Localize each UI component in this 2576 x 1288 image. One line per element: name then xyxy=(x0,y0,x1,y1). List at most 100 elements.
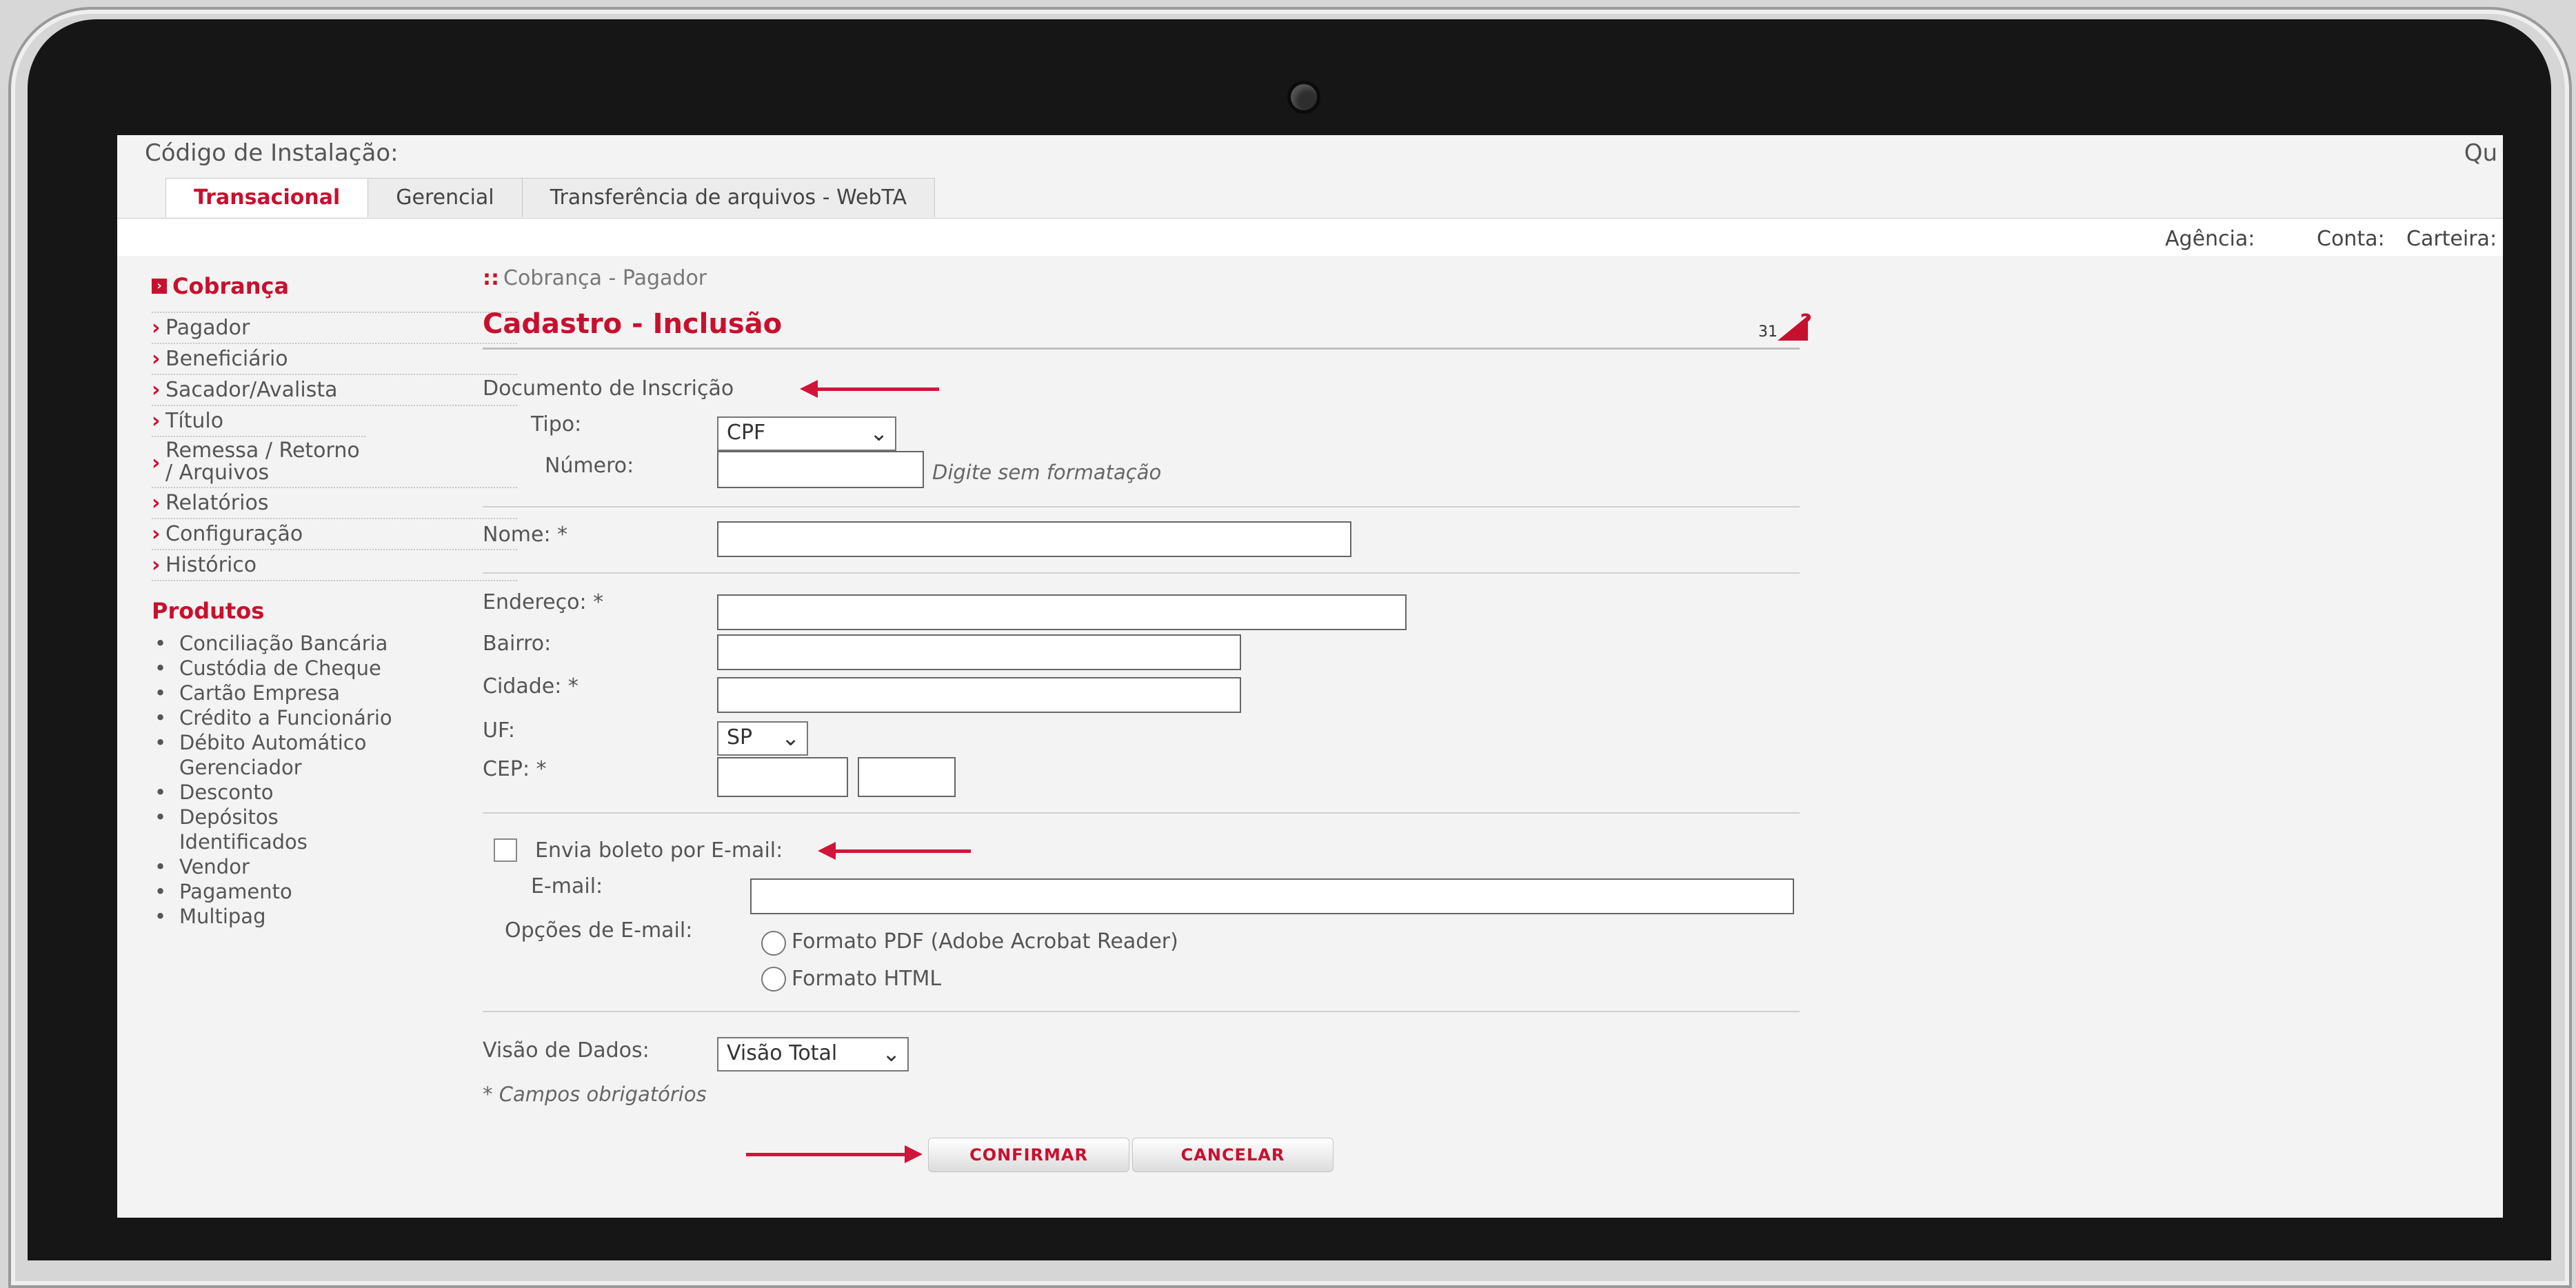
divider xyxy=(483,1011,1800,1012)
caret-icon: › xyxy=(152,316,161,340)
divider xyxy=(483,506,1800,507)
product-item[interactable]: Custódia de Cheque xyxy=(152,656,517,681)
confirm-button[interactable]: CONFIRMAR xyxy=(928,1138,1129,1172)
sidebar-item-label: Histórico xyxy=(165,553,257,577)
annotation-arrow-confirm xyxy=(746,1145,923,1163)
tipo-select[interactable]: CPF ⌄ xyxy=(717,416,896,451)
sidebar-menu: › Pagador › Beneficiário › Sacador/Avalista… xyxy=(152,312,517,581)
caret-icon: › xyxy=(152,553,161,577)
sidebar-item-label: Sacador/Avalista xyxy=(165,378,338,402)
sidebar-item-configuracao[interactable]: › Configuração xyxy=(152,518,517,549)
main-content: :: Cobrança - Pagador Cadastro - Inclusão… xyxy=(483,266,1944,1218)
endereco-input[interactable] xyxy=(717,594,1407,630)
uf-select[interactable]: SP ⌄ xyxy=(717,721,808,756)
cep-suffix-input[interactable] xyxy=(858,757,956,797)
caret-icon: › xyxy=(152,491,161,515)
sidebar-item-historico[interactable]: › Histórico xyxy=(152,549,517,581)
webcam xyxy=(1291,84,1317,110)
sidebar-item-sacador[interactable]: › Sacador/Avalista xyxy=(152,374,517,405)
installation-code-label: Código de Instalação: xyxy=(145,139,399,167)
product-item[interactable]: Conciliação Bancária xyxy=(152,631,517,656)
uf-value: SP xyxy=(727,725,753,749)
uf-label: UF: xyxy=(483,718,515,743)
browser-screen: Código de Instalação: Qu Transacional Ge… xyxy=(117,135,2503,1218)
help-question-icon: ? xyxy=(1800,310,1812,334)
bairro-input[interactable] xyxy=(717,634,1241,670)
radio-html[interactable] xyxy=(761,967,786,992)
divider xyxy=(483,812,1800,814)
sidebar-item-label: Relatórios xyxy=(165,491,269,515)
option-html-label: Formato HTML xyxy=(792,967,942,991)
product-item[interactable]: Crédito a Funcionário xyxy=(152,705,517,730)
doc-section-label: Documento de Inscrição xyxy=(483,376,734,401)
help-number: 31 xyxy=(1758,323,1778,341)
agencia-label: Agência: xyxy=(2165,227,2255,251)
cep-label: CEP: * xyxy=(483,757,547,781)
tab-gerencial[interactable]: Gerencial xyxy=(368,178,523,217)
visao-value: Visão Total xyxy=(727,1041,838,1065)
nome-label: Nome: * xyxy=(483,523,568,547)
sidebar-item-titulo[interactable]: › Título xyxy=(152,405,517,436)
caret-icon: › xyxy=(152,347,161,371)
chevron-down-icon: ⌄ xyxy=(781,725,800,751)
product-item[interactable]: Desconto xyxy=(152,780,517,805)
product-item[interactable]: Cartão Empresa xyxy=(152,681,517,705)
account-bar: Agência: Conta: Carteira: xyxy=(117,218,2503,256)
numero-hint: Digite sem formatação xyxy=(932,461,1162,484)
products-list: Conciliação Bancária Custódia de Cheque … xyxy=(152,631,517,929)
chevron-down-icon: ⌄ xyxy=(882,1040,900,1067)
title-divider xyxy=(483,348,1800,350)
products-title: Produtos xyxy=(152,598,265,624)
sidebar-section-title: › Cobrança xyxy=(152,273,517,299)
product-item[interactable]: Multipag xyxy=(152,904,517,929)
option-pdf-label: Formato PDF (Adobe Acrobat Reader) xyxy=(792,929,1178,954)
sidebar: › Cobrança › Pagador › Beneficiário › Sacad… xyxy=(152,273,517,929)
sidebar-item-relatorios[interactable]: › Relatórios xyxy=(152,487,517,518)
annotation-arrow-email xyxy=(818,842,971,860)
chevron-down-icon: ⌄ xyxy=(869,420,888,446)
sidebar-section-label: Cobrança xyxy=(172,273,290,299)
email-options-label: Opções de E-mail: xyxy=(505,918,693,943)
tab-transacional[interactable]: Transacional xyxy=(165,178,369,217)
visao-select[interactable]: Visão Total ⌄ xyxy=(717,1037,909,1071)
bairro-label: Bairro: xyxy=(483,632,552,656)
tipo-value: CPF xyxy=(727,421,766,445)
sidebar-item-label: Beneficiário xyxy=(165,347,288,371)
help-link[interactable]: 31? xyxy=(1758,310,1812,341)
nome-input[interactable] xyxy=(717,521,1351,557)
caret-icon: › xyxy=(152,451,161,475)
caret-icon: › xyxy=(152,378,161,402)
page-title: Cadastro - Inclusão xyxy=(483,308,783,340)
product-item[interactable]: Depósitos Identificados xyxy=(152,805,365,854)
sidebar-item-pagador[interactable]: › Pagador xyxy=(152,312,517,343)
radio-pdf[interactable] xyxy=(761,931,786,956)
numero-input[interactable] xyxy=(717,451,924,488)
caret-icon: › xyxy=(152,522,161,546)
send-email-checkbox[interactable] xyxy=(494,838,517,862)
product-item[interactable]: Débito Automático Gerenciador xyxy=(152,730,427,780)
cidade-input[interactable] xyxy=(717,677,1241,713)
sidebar-item-label: Pagador xyxy=(165,316,250,340)
tipo-label: Tipo: xyxy=(531,412,582,436)
visao-label: Visão de Dados: xyxy=(483,1038,650,1063)
send-email-label: Envia boleto por E-mail: xyxy=(535,838,783,863)
tab-webta[interactable]: Transferência de arquivos - WebTA xyxy=(521,178,936,217)
cancel-button[interactable]: CANCELAR xyxy=(1132,1138,1334,1172)
header-right-clipped-text: Qu xyxy=(2464,139,2497,167)
annotation-arrow-doc xyxy=(800,380,939,398)
sidebar-item-remessa[interactable]: › Remessa / Retorno / Arquivos xyxy=(152,436,365,487)
conta-label: Conta: xyxy=(2317,227,2385,251)
cep-input[interactable] xyxy=(717,757,848,797)
numero-label: Número: xyxy=(545,454,634,478)
sidebar-item-beneficiario[interactable]: › Beneficiário xyxy=(152,343,517,374)
top-tabs: Transacional Gerencial Transferência de … xyxy=(165,178,936,218)
endereco-label: Endereço: * xyxy=(483,590,604,614)
sidebar-item-label: Remessa / Retorno / Arquivos xyxy=(165,439,360,485)
product-item[interactable]: Pagamento xyxy=(152,879,517,904)
product-item[interactable]: Vendor xyxy=(152,854,517,879)
email-input[interactable] xyxy=(750,878,1794,914)
breadcrumb-text: Cobrança - Pagador xyxy=(503,266,707,290)
divider xyxy=(483,572,1800,574)
sidebar-item-label: Título xyxy=(165,409,224,433)
section-square-icon: › xyxy=(152,279,167,294)
